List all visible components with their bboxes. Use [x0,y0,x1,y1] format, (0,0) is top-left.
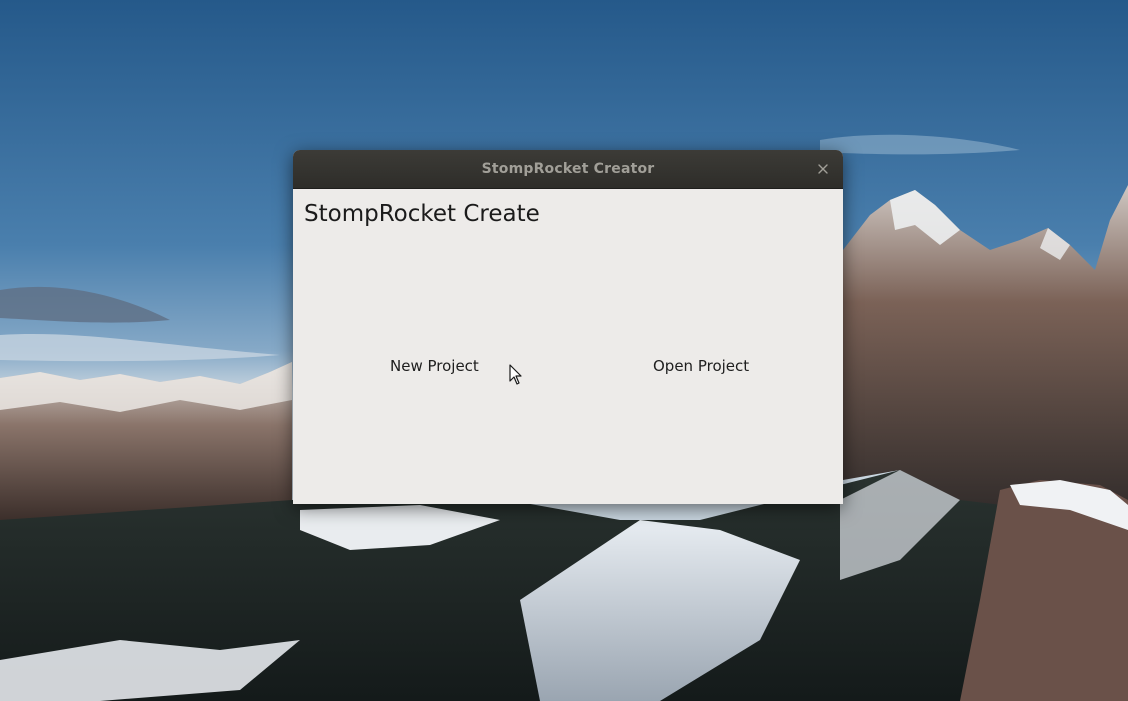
window-titlebar[interactable]: StompRocket Creator [293,150,843,189]
open-project-button[interactable]: Open Project [647,353,755,379]
window-content: StompRocket Create New Project Open Proj… [293,189,843,504]
page-title: StompRocket Create [304,201,540,227]
app-window: StompRocket Creator StompRocket Create N… [293,150,843,504]
desktop: StompRocket Creator StompRocket Create N… [0,0,1128,701]
mouse-pointer-icon [509,364,522,385]
window-title: StompRocket Creator [481,161,655,177]
new-project-button[interactable]: New Project [384,353,485,379]
close-button[interactable] [815,161,831,177]
close-icon [818,164,828,174]
